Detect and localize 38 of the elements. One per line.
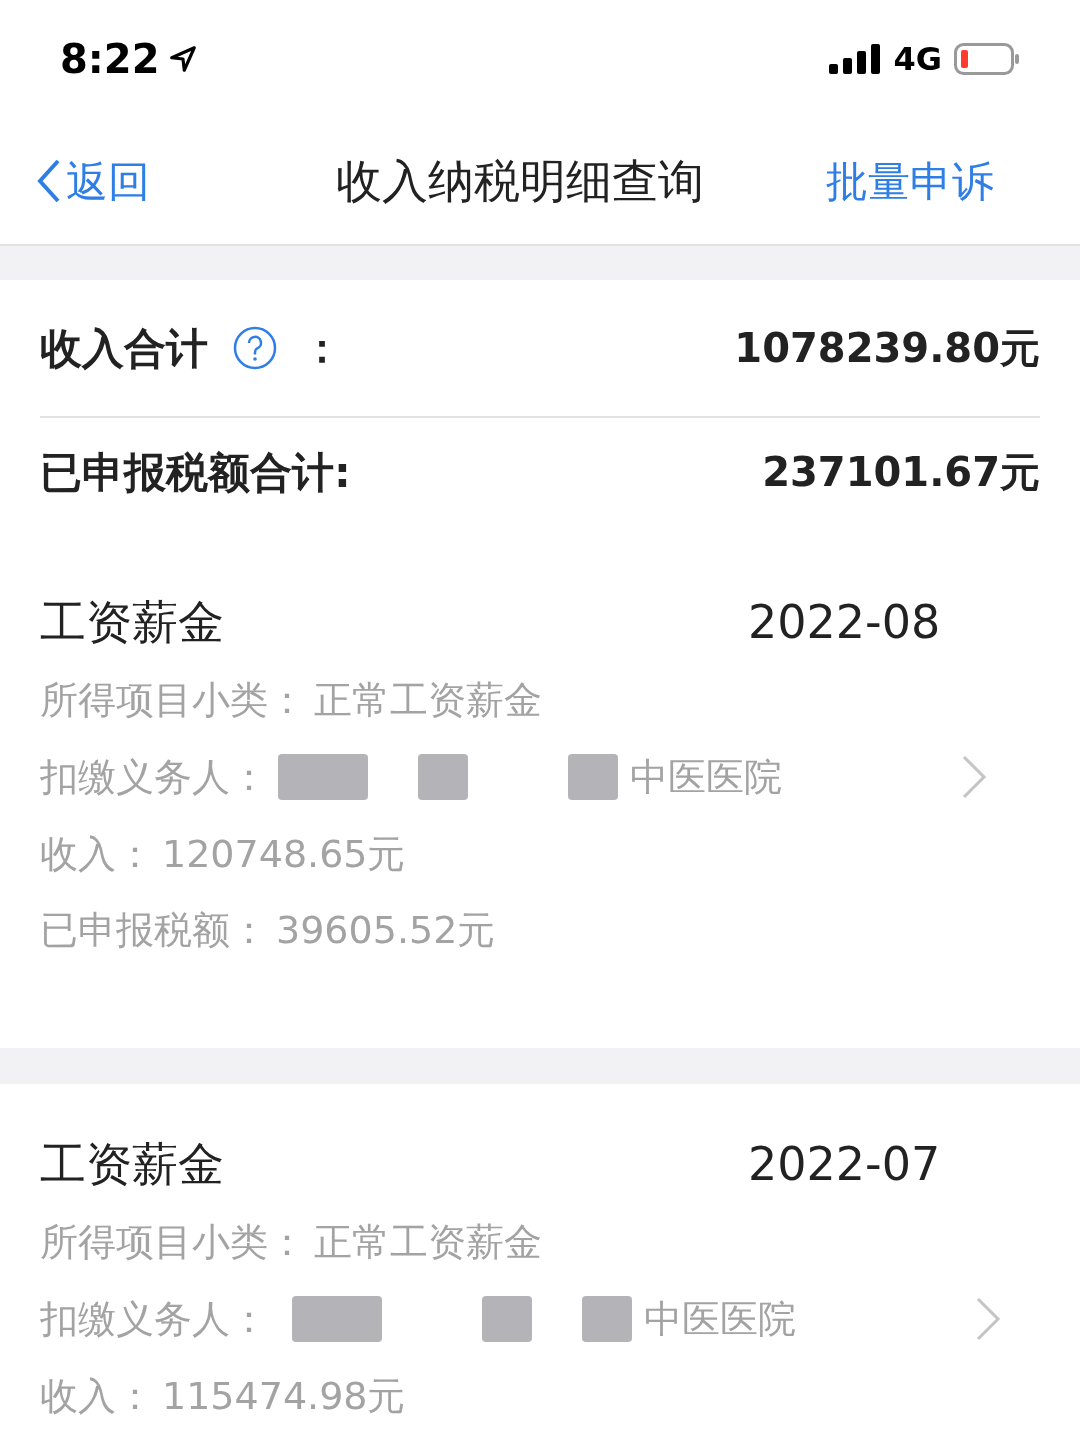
chevron-right-icon[interactable] (960, 753, 988, 801)
income-period: 2022-08 (748, 593, 941, 651)
detail-label: 收入： (40, 830, 154, 878)
detail-label: 所得项目小类： (40, 676, 306, 724)
detail-label: 收入： (40, 1372, 154, 1420)
income-value: 120748.65元 (162, 830, 406, 878)
network-label: 4G (893, 39, 942, 80)
help-icon[interactable] (232, 325, 278, 371)
redaction-block (568, 754, 618, 800)
colon-label: ： (302, 324, 342, 373)
detail-label: 已申报税额： (40, 906, 268, 954)
tax-value: 39605.52元 (276, 906, 496, 954)
page-title: 收入纳税明细查询 (336, 152, 704, 210)
batch-appeal-button[interactable]: 批量申诉 (826, 149, 994, 213)
battery-icon (954, 43, 1020, 75)
detail-label: 所得项目小类： (40, 1218, 306, 1266)
payer-name: 中医医院 (630, 753, 783, 801)
signal-icon (829, 44, 882, 74)
income-value: 115474.98元 (162, 1372, 406, 1420)
redaction-block (418, 754, 468, 800)
detail-label: 扣缴义务人： (40, 753, 268, 801)
income-period: 2022-07 (748, 1135, 941, 1193)
payer-name: 中医医院 (644, 1295, 797, 1343)
chevron-right-icon[interactable] (974, 1295, 1002, 1343)
back-button[interactable]: 返回 (34, 149, 150, 213)
summary-label: 收入合计 (40, 322, 208, 375)
redaction-block (482, 1296, 532, 1342)
income-type: 工资薪金 (40, 1135, 225, 1193)
subcategory-value: 正常工资薪金 (314, 1218, 542, 1266)
redaction-block (582, 1296, 632, 1342)
income-type: 工资薪金 (40, 593, 225, 651)
summary-value: 1078239.80元 (734, 324, 1040, 373)
summary-label: 已申报税额合计: (40, 446, 351, 499)
location-arrow-icon (167, 44, 198, 74)
status-time: 8:22 (60, 35, 160, 84)
summary-value: 237101.67元 (762, 448, 1040, 497)
subcategory-value: 正常工资薪金 (314, 676, 542, 724)
detail-label: 扣缴义务人： (40, 1295, 268, 1343)
